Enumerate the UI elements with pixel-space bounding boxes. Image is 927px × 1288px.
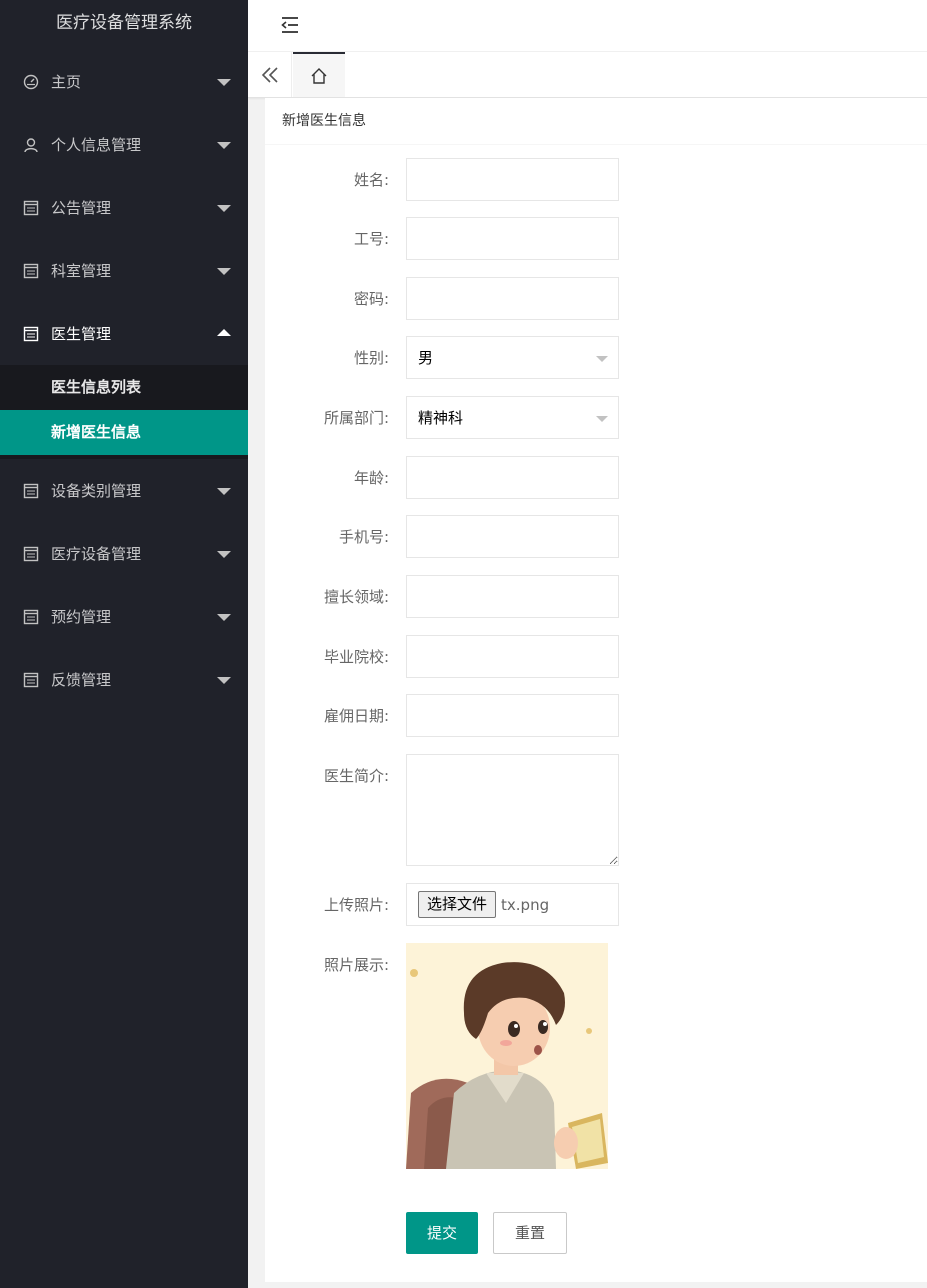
caret-up-icon <box>217 328 231 336</box>
caret-down-icon <box>217 550 231 558</box>
department-value: 精神科 <box>418 409 464 427</box>
intro-label: 医生简介: <box>323 767 389 785</box>
department-label: 所属部门: <box>323 409 389 427</box>
caret-down-icon <box>217 204 231 212</box>
phone-input[interactable] <box>406 515 619 558</box>
gender-value: 男 <box>418 349 434 367</box>
list-icon <box>22 199 40 217</box>
dashboard-icon <box>22 73 40 91</box>
sidebar-item-label: 医疗设备管理 <box>51 545 142 563</box>
caret-down-icon <box>217 78 231 86</box>
specialty-input[interactable] <box>406 575 619 618</box>
sidebar-item-label: 个人信息管理 <box>51 136 142 154</box>
sidebar-item-profile[interactable]: 个人信息管理 <box>0 113 248 176</box>
sidebar-item-doctor[interactable]: 医生管理 <box>0 302 248 365</box>
school-input[interactable] <box>406 635 619 678</box>
gender-label: 性别: <box>353 349 389 367</box>
password-label: 密码: <box>353 290 389 308</box>
caret-down-icon <box>217 487 231 495</box>
sidebar-subitem-add-doctor[interactable]: 新增医生信息 <box>0 410 248 455</box>
file-upload-field: 选择文件 tx.png <box>406 883 619 926</box>
list-icon <box>22 262 40 280</box>
sidebar-item-equipment[interactable]: 医疗设备管理 <box>0 522 248 585</box>
list-icon <box>22 325 40 343</box>
intro-textarea[interactable] <box>406 754 619 866</box>
sidebar-item-appointment[interactable]: 预约管理 <box>0 585 248 648</box>
choose-file-button[interactable]: 选择文件 <box>418 891 497 918</box>
sidebar-item-label: 医生管理 <box>51 325 112 343</box>
user-icon <box>22 136 40 154</box>
tab-bar <box>248 52 927 98</box>
sidebar-item-label: 科室管理 <box>51 262 112 280</box>
sidebar: 医疗设备管理系统 主页 个人信息管理 公告管理 科室管理 医生管理 医生信息列表… <box>0 0 248 1288</box>
list-icon <box>22 671 40 689</box>
caret-down-icon <box>217 676 231 684</box>
card-title: 新增医生信息 <box>265 98 927 145</box>
form-card: 新增医生信息 姓名: 工号: 密码: 性别: 男 所属部门: 精神科 年龄: 手… <box>265 98 927 1282</box>
department-select[interactable]: 精神科 <box>406 396 619 439</box>
list-icon <box>22 482 40 500</box>
preview-label: 照片展示: <box>323 956 389 974</box>
doctor-photo-preview <box>406 943 608 1169</box>
sidebar-subitem-doctor-list[interactable]: 医生信息列表 <box>0 365 248 410</box>
password-input[interactable] <box>406 277 619 320</box>
chevron-down-icon <box>596 416 608 422</box>
age-label: 年龄: <box>353 469 389 487</box>
caret-down-icon <box>217 141 231 149</box>
age-input[interactable] <box>406 456 619 499</box>
hire-date-input[interactable] <box>406 694 619 737</box>
home-icon <box>311 67 327 84</box>
chevron-down-icon <box>596 356 608 362</box>
name-label: 姓名: <box>353 171 389 189</box>
sidebar-item-label: 公告管理 <box>51 199 112 217</box>
list-icon <box>22 545 40 563</box>
specialty-label: 擅长领域: <box>323 588 389 606</box>
caret-down-icon <box>217 613 231 621</box>
sidebar-item-label: 设备类别管理 <box>51 482 142 500</box>
sidebar-item-feedback[interactable]: 反馈管理 <box>0 648 248 711</box>
sidebar-item-equipment-category[interactable]: 设备类别管理 <box>0 459 248 522</box>
hire-date-label: 雇佣日期: <box>323 707 389 725</box>
submenu-doctor: 医生信息列表 新增医生信息 <box>0 365 248 459</box>
gender-select[interactable]: 男 <box>406 336 619 379</box>
id-label: 工号: <box>353 230 389 248</box>
file-name: tx.png <box>501 895 550 914</box>
app-title: 医疗设备管理系统 <box>56 13 192 33</box>
name-input[interactable] <box>406 158 619 201</box>
sidebar-item-label: 反馈管理 <box>51 671 112 689</box>
menu-collapse-icon[interactable] <box>281 16 299 34</box>
sidebar-item-notice[interactable]: 公告管理 <box>0 176 248 239</box>
tab-home[interactable] <box>293 52 345 97</box>
phone-label: 手机号: <box>338 528 389 546</box>
double-chevron-left-icon[interactable] <box>248 52 292 97</box>
school-label: 毕业院校: <box>323 648 389 666</box>
caret-down-icon <box>217 267 231 275</box>
sidebar-item-department[interactable]: 科室管理 <box>0 239 248 302</box>
sidebar-item-home[interactable]: 主页 <box>0 50 248 113</box>
sidebar-item-label: 预约管理 <box>51 608 112 626</box>
upload-label: 上传照片: <box>323 896 389 914</box>
sidebar-item-label: 主页 <box>51 73 82 91</box>
list-icon <box>22 608 40 626</box>
top-header <box>248 0 927 52</box>
employee-id-input[interactable] <box>406 217 619 260</box>
submit-button[interactable]: 提交 <box>406 1212 478 1254</box>
reset-button[interactable]: 重置 <box>493 1212 567 1254</box>
